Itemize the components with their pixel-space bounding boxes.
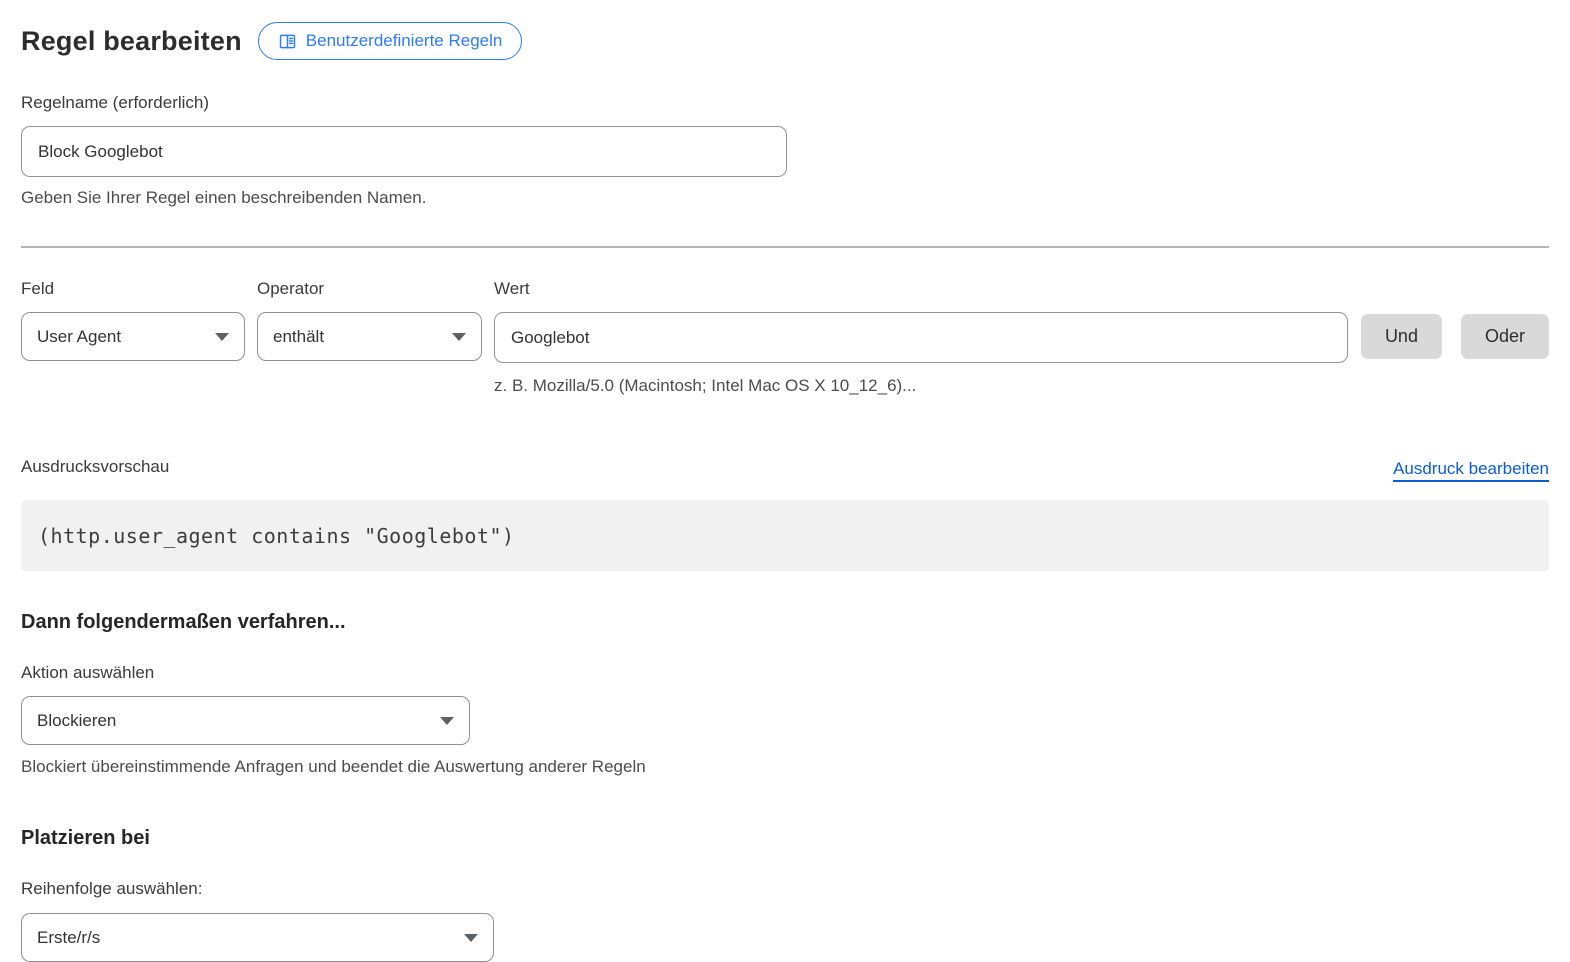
caret-down-icon xyxy=(464,934,478,942)
edit-expression-link[interactable]: Ausdruck bearbeiten xyxy=(1393,459,1549,479)
page-header: Regel bearbeiten Benutzerdefinierte Rege… xyxy=(21,22,1549,60)
caret-down-icon xyxy=(452,333,466,341)
operator-select-value: enthält xyxy=(273,327,324,347)
rule-name-label: Regelname (erforderlich) xyxy=(21,90,1549,115)
value-input[interactable] xyxy=(494,312,1348,363)
action-label: Aktion auswählen xyxy=(21,660,1549,685)
custom-rules-docs-button[interactable]: Benutzerdefinierte Regeln xyxy=(258,22,523,60)
field-select-value: User Agent xyxy=(37,327,121,347)
expression-preview-label: Ausdrucksvorschau xyxy=(21,454,169,479)
condition-logic-buttons: Und Oder xyxy=(1361,276,1549,398)
order-label: Reihenfolge auswählen: xyxy=(21,876,1549,901)
action-section: Dann folgendermaßen verfahren... Aktion … xyxy=(21,611,1549,779)
value-help: z. B. Mozilla/5.0 (Macintosh; Intel Mac … xyxy=(494,374,1348,398)
expression-preview-box: (http.user_agent contains "Googlebot") xyxy=(21,500,1549,571)
order-select[interactable]: Erste/r/s xyxy=(21,913,494,962)
custom-rules-docs-label: Benutzerdefinierte Regeln xyxy=(306,31,503,51)
order-select-value: Erste/r/s xyxy=(37,928,100,948)
action-select-value: Blockieren xyxy=(37,711,116,731)
value-column: Wert z. B. Mozilla/5.0 (Macintosh; Intel… xyxy=(494,276,1348,398)
book-open-icon xyxy=(278,32,297,51)
operator-select[interactable]: enthält xyxy=(257,312,482,361)
expression-code: (http.user_agent contains "Googlebot") xyxy=(38,524,515,548)
condition-row: Feld User Agent Operator enthält Wert z.… xyxy=(21,276,1549,398)
operator-label: Operator xyxy=(257,276,482,301)
page-title: Regel bearbeiten xyxy=(21,26,242,57)
rule-name-input[interactable] xyxy=(21,126,787,177)
rule-name-section: Regelname (erforderlich) Geben Sie Ihrer… xyxy=(21,90,1549,210)
placement-section: Platzieren bei Reihenfolge auswählen: Er… xyxy=(21,827,1549,962)
action-select[interactable]: Blockieren xyxy=(21,696,470,745)
placement-heading: Platzieren bei xyxy=(21,827,1549,850)
and-button[interactable]: Und xyxy=(1361,314,1442,359)
section-divider xyxy=(21,246,1549,248)
or-button[interactable]: Oder xyxy=(1461,314,1549,359)
caret-down-icon xyxy=(215,333,229,341)
field-column: Feld User Agent xyxy=(21,276,245,398)
action-help: Blockiert übereinstimmende Anfragen und … xyxy=(21,755,1549,779)
field-select[interactable]: User Agent xyxy=(21,312,245,361)
value-label: Wert xyxy=(494,276,1348,301)
field-label: Feld xyxy=(21,276,245,301)
caret-down-icon xyxy=(440,717,454,725)
operator-column: Operator enthält xyxy=(257,276,482,398)
action-heading: Dann folgendermaßen verfahren... xyxy=(21,611,1549,634)
expression-header: Ausdrucksvorschau Ausdruck bearbeiten xyxy=(21,454,1549,479)
rule-name-help: Geben Sie Ihrer Regel einen beschreibend… xyxy=(21,186,1549,210)
